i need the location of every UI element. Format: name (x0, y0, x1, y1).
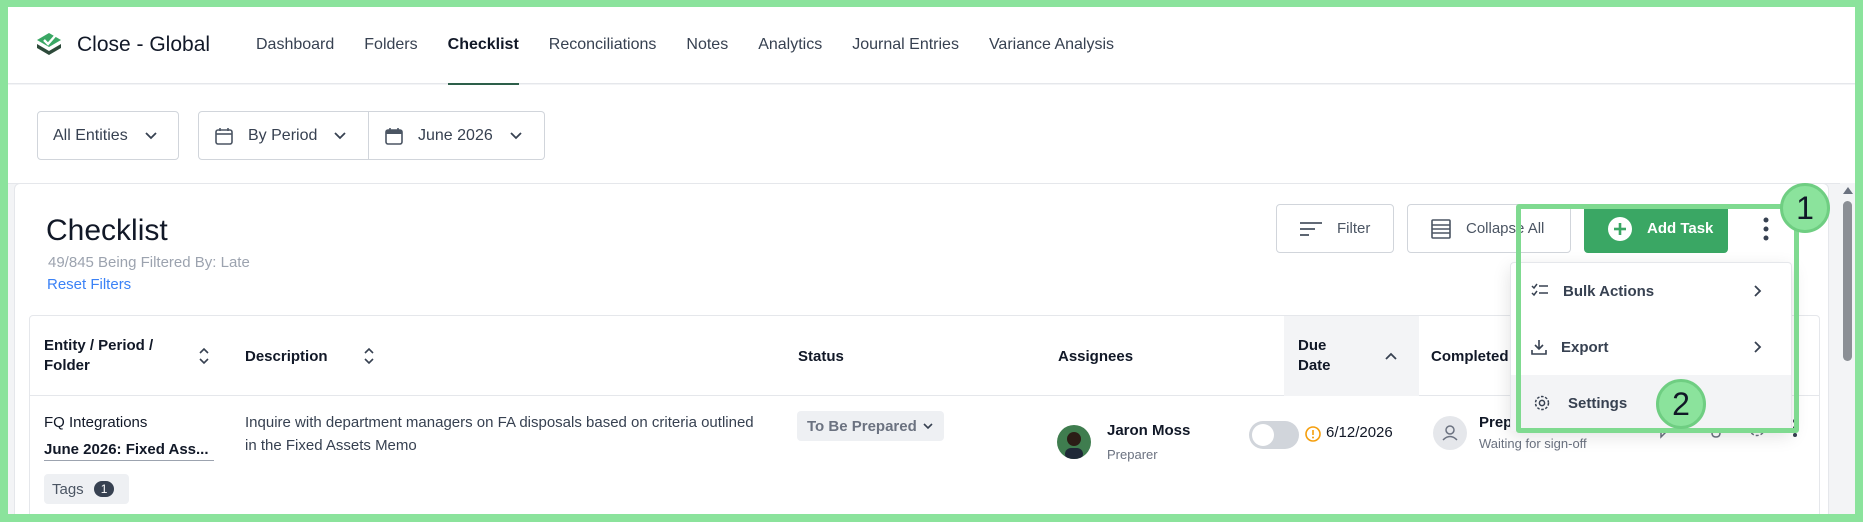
step-badge-2: 2 (1656, 379, 1706, 429)
download-icon (1531, 340, 1547, 355)
assignee-role: Preparer (1107, 447, 1158, 462)
tab-reconciliations[interactable]: Reconciliations (534, 7, 672, 84)
sort-icon[interactable] (363, 347, 375, 365)
filter-button-label: Filter (1337, 220, 1371, 237)
app-title[interactable]: Close - Global (77, 33, 210, 57)
row-period-folder-link[interactable]: June 2026: Fixed Ass... (44, 441, 214, 461)
list-check-icon (1531, 283, 1548, 297)
export-label: Export (1561, 338, 1609, 356)
tab-notes[interactable]: Notes (671, 7, 743, 84)
avatar (1057, 425, 1091, 459)
collapse-list-icon (1431, 218, 1451, 239)
nav-tabs: Dashboard Folders Checklist Reconciliati… (241, 7, 1129, 85)
period-mode-select[interactable]: By Period (198, 111, 369, 160)
vertical-scrollbar[interactable] (1840, 183, 1855, 514)
plus-circle-icon (1608, 216, 1632, 241)
entities-select[interactable]: All Entities (37, 111, 179, 160)
scroll-up-arrow-icon[interactable] (1843, 187, 1853, 194)
column-header-entity[interactable]: Entity / Period / Folder (44, 316, 184, 396)
due-date-toggle[interactable] (1249, 421, 1299, 449)
filter-lines-icon (1300, 221, 1322, 236)
chevron-down-icon (510, 131, 522, 139)
tags-label: Tags (52, 480, 84, 498)
tags-count-badge: 1 (93, 481, 115, 497)
menu-item-settings[interactable]: Settings (1511, 375, 1791, 431)
more-options-icon[interactable] (1758, 214, 1774, 244)
more-options-menu: Bulk Actions Export Settings (1510, 262, 1792, 431)
calendar-icon (385, 127, 403, 145)
calendar-icon (215, 127, 233, 145)
sort-icon[interactable] (198, 347, 210, 365)
tab-folders[interactable]: Folders (349, 7, 432, 84)
filter-button[interactable]: Filter (1276, 204, 1394, 253)
row-description: Inquire with department managers on FA d… (245, 414, 754, 454)
add-task-button[interactable]: Add Task (1584, 204, 1728, 253)
tab-journal-entries[interactable]: Journal Entries (837, 7, 974, 84)
scrollbar-thumb[interactable] (1843, 201, 1852, 361)
collapse-all-label: Collapse All (1466, 220, 1545, 237)
chevron-down-icon (334, 131, 347, 139)
warning-clock-icon (1305, 426, 1321, 442)
assignee-name: Jaron Moss (1107, 422, 1191, 439)
period-label: June 2026 (418, 126, 493, 144)
app-frame: Close - Global Dashboard Folders Checkli… (8, 7, 1855, 514)
step-badge-1: 1 (1780, 183, 1830, 233)
filter-summary: 49/845 Being Filtered By: Late (48, 254, 250, 271)
bulk-actions-label: Bulk Actions (1563, 282, 1655, 300)
app-logo-icon (37, 33, 61, 55)
chevron-right-icon (1754, 285, 1762, 297)
period-mode-label: By Period (248, 126, 318, 144)
gear-icon (1534, 395, 1550, 411)
entities-select-label: All Entities (53, 126, 128, 144)
menu-item-bulk-actions[interactable]: Bulk Actions (1511, 263, 1791, 319)
tab-checklist[interactable]: Checklist (433, 7, 534, 85)
tab-dashboard[interactable]: Dashboard (241, 7, 349, 84)
period-select[interactable]: June 2026 (369, 111, 545, 160)
tab-variance-analysis[interactable]: Variance Analysis (974, 7, 1129, 84)
settings-label: Settings (1568, 394, 1628, 412)
chevron-down-icon (145, 131, 157, 139)
menu-item-export[interactable]: Export (1511, 319, 1791, 375)
column-header-assignees[interactable]: Assignees (1058, 316, 1133, 396)
due-date-header-label: Due Date (1298, 337, 1331, 374)
row-more-icon[interactable] (1791, 417, 1799, 439)
top-navigation: Close - Global Dashboard Folders Checkli… (8, 7, 1855, 85)
column-header-status[interactable]: Status (798, 316, 844, 396)
status-dropdown[interactable]: To Be Prepared (797, 411, 944, 441)
tab-analytics[interactable]: Analytics (743, 7, 837, 84)
column-header-description[interactable]: Description (245, 316, 328, 396)
filter-bar: All Entities By Period June 2026 (8, 85, 1855, 184)
user-icon (1433, 416, 1467, 450)
chevron-right-icon (1754, 341, 1762, 353)
chevron-up-icon (1385, 352, 1397, 360)
due-date: 6/12/2026 (1326, 424, 1393, 441)
reset-filters-link[interactable]: Reset Filters (47, 276, 131, 293)
row-entity: FQ Integrations (44, 414, 148, 431)
add-task-label: Add Task (1647, 220, 1714, 237)
chevron-down-icon (923, 423, 933, 430)
collapse-all-button[interactable]: Collapse All (1407, 204, 1571, 253)
column-header-completed[interactable]: Completed (1431, 316, 1509, 396)
column-header-due-date[interactable]: Due Date (1284, 316, 1419, 396)
completed-status: Waiting for sign-off (1479, 436, 1587, 451)
page-title: Checklist (46, 214, 168, 247)
completed-by: Prep (1479, 414, 1513, 431)
tags-chip[interactable]: Tags 1 (44, 474, 129, 504)
status-label: To Be Prepared (807, 417, 917, 435)
